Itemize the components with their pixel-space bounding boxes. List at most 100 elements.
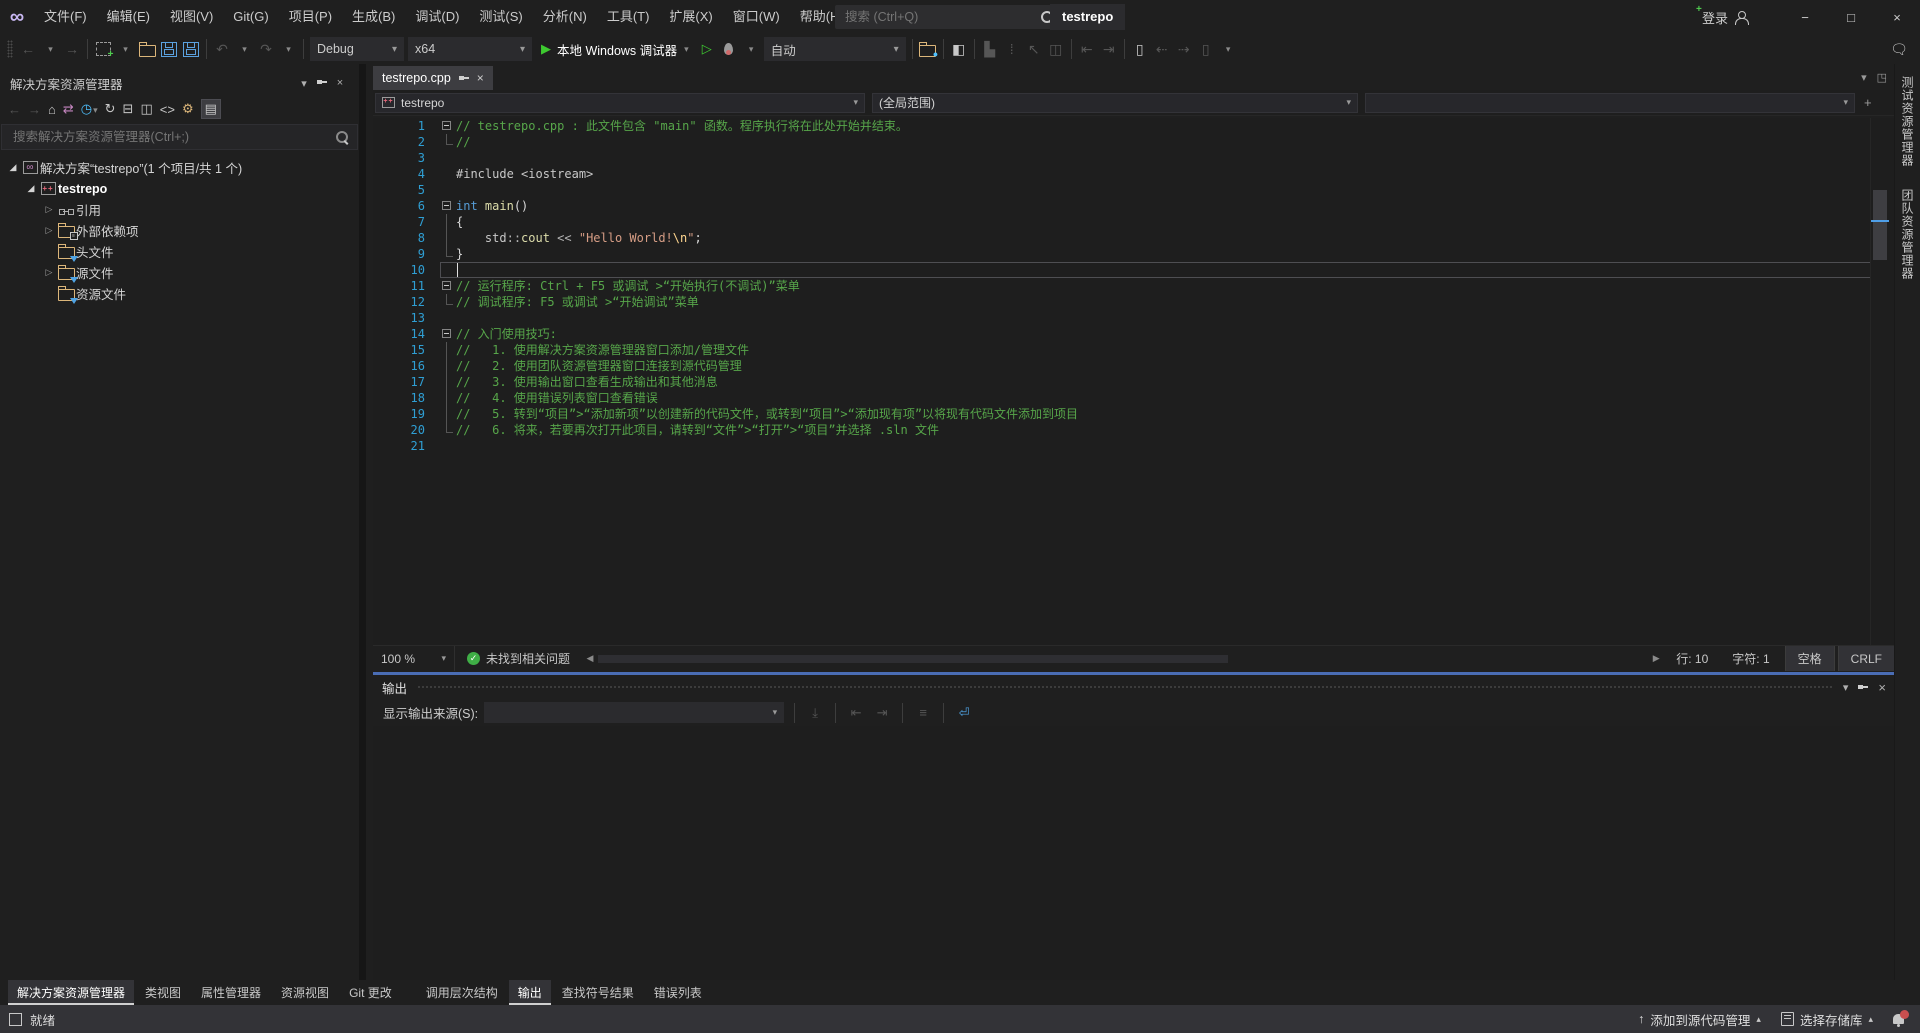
menu-item-6[interactable]: 调试(D) [405,0,469,34]
increase-indent-icon[interactable]: ⇥ [1098,37,1120,61]
solution-search-input[interactable] [11,129,336,145]
menu-item-9[interactable]: 工具(T) [597,0,660,34]
menu-item-3[interactable]: Git(G) [223,0,278,34]
hot-reload-mode-combo[interactable]: 自动▾ [764,37,906,61]
code-line-20[interactable]: 20// 6. 将来，若要再次打开此项目，请转到“文件”>“打开”>“项目”并选… [373,422,1871,438]
line-number[interactable]: 3 [373,150,440,166]
hot-reload-dropdown-icon[interactable]: ▾ [740,37,762,61]
panel-tab-right-0[interactable]: 调用层次结构 [417,980,507,1005]
tree-item-2[interactable]: ▷引用 [0,199,359,220]
start-without-debugging-icon[interactable]: ▷ [696,37,718,61]
pending-changes-filter-icon[interactable]: ◷▾ [81,101,98,117]
line-number[interactable]: 20 [373,422,440,438]
expanded-arrow-icon[interactable]: ◢ [24,183,38,194]
line-number[interactable]: 6 [373,198,440,214]
tab-close-icon[interactable]: × [477,71,484,85]
spaces-indicator[interactable]: 空格 [1785,646,1835,671]
toggle-word-wrap-icon[interactable]: ⏎ [954,705,974,721]
solution-search-box[interactable] [1,124,358,150]
line-number[interactable]: 17 [373,374,440,390]
line-number[interactable]: 2 [373,134,440,150]
line-number[interactable]: 16 [373,358,440,374]
fold-margin[interactable] [440,198,456,214]
alignment-guides-icon[interactable]: ⁞ [1001,37,1023,61]
tab-pin-icon[interactable] [459,73,469,83]
code-line-5[interactable]: 5 [373,182,1871,198]
scroll-left-icon[interactable]: ◀ [582,653,598,664]
previous-message-icon[interactable]: ⇤ [846,705,866,721]
toolbar-grip[interactable] [7,40,13,58]
sign-in-label[interactable]: 登录 [1702,8,1728,27]
undo-dropdown-icon[interactable]: ▾ [233,37,255,61]
toolbar-overflow-icon[interactable]: ▾ [1217,37,1239,61]
menu-item-0[interactable]: 文件(F) [34,0,97,34]
line-number[interactable]: 5 [373,182,440,198]
panel-tab-right-1[interactable]: 输出 [509,980,551,1005]
line-number[interactable]: 21 [373,438,440,454]
explorer-back-icon[interactable]: ← [8,102,21,117]
start-debugging-button[interactable]: ▶ 本地 Windows 调试器 ▾ [534,37,696,61]
properties-window-icon[interactable]: ◧ [948,37,970,61]
toggle-bookmark-icon[interactable]: ▯ [1129,37,1151,61]
solution-configuration-combo[interactable]: Debug▾ [310,37,404,61]
notifications-button[interactable] [1893,1014,1904,1024]
navigate-back-icon[interactable]: ← [17,37,39,61]
find-message-icon[interactable]: ⤓ [805,705,825,721]
code-line-4[interactable]: 4#include <iostream> [373,166,1871,182]
switch-views-icon[interactable]: ⇄ [63,101,74,117]
menu-item-11[interactable]: 窗口(W) [723,0,790,34]
code-line-13[interactable]: 13 [373,310,1871,326]
output-pin-icon[interactable] [1858,682,1868,692]
output-options-chevron-icon[interactable]: ▾ [1843,681,1849,694]
panel-drag-handle[interactable] [417,685,1833,690]
code-line-8[interactable]: 8 std::cout << "Hello World!\n"; [373,230,1871,246]
tree-item-3[interactable]: ▷≡外部依赖项 [0,220,359,241]
minimize-button[interactable]: − [1782,0,1828,34]
line-number[interactable]: 13 [373,310,440,326]
line-number[interactable]: 4 [373,166,440,182]
tree-item-5[interactable]: ▷源文件 [0,262,359,283]
explorer-forward-icon[interactable]: → [28,102,41,117]
tree-item-4[interactable]: 头文件 [0,241,359,262]
sync-with-active-document-icon[interactable]: ● [917,37,939,61]
fold-margin[interactable] [440,326,456,342]
menu-item-4[interactable]: 项目(P) [279,0,342,34]
line-number[interactable]: 14 [373,326,440,342]
line-number[interactable]: 12 [373,294,440,310]
type-scope-combo[interactable]: (全局范围) ▾ [872,93,1358,113]
properties-icon[interactable]: ⚙ [182,101,194,117]
panel-tab-left-4[interactable]: Git 更改 [340,980,401,1005]
restore-panels-icon[interactable] [9,1013,22,1026]
panel-tab-left-2[interactable]: 属性管理器 [192,980,270,1005]
navigate-back-dropdown-icon[interactable]: ▾ [39,37,61,61]
collapsed-arrow-icon[interactable]: ▷ [42,267,56,278]
tree-item-0[interactable]: ◢∞解决方案“testrepo”(1 个项目/共 1 个) [0,157,359,178]
show-all-files-icon[interactable]: ◫ [140,101,152,117]
code-line-16[interactable]: 16// 2. 使用团队资源管理器窗口连接到源代码管理 [373,358,1871,374]
line-number[interactable]: 11 [373,278,440,294]
clear-bookmarks-icon[interactable]: ▯ [1195,37,1217,61]
collapse-all-icon[interactable]: ⊟ [123,101,134,117]
active-files-chevron-icon[interactable]: ▾ [1861,71,1867,84]
code-line-19[interactable]: 19// 5. 转到“项目”>“添加新项”以创建新的代码文件，或转到“项目”>“… [373,406,1871,422]
line-number[interactable]: 7 [373,214,440,230]
menu-item-2[interactable]: 视图(V) [160,0,223,34]
output-close-icon[interactable]: × [1878,680,1886,695]
code-line-1[interactable]: 1// testrepo.cpp : 此文件包含 "main" 函数。程序执行将… [373,118,1871,134]
tree-item-6[interactable]: 资源文件 [0,283,359,304]
panel-tab-right-3[interactable]: 错误列表 [645,980,711,1005]
code-line-14[interactable]: 14// 入门使用技巧: [373,326,1871,342]
search-input[interactable] [843,9,1041,25]
menu-item-1[interactable]: 编辑(E) [97,0,160,34]
output-source-combo[interactable]: ▾ [484,702,784,723]
feedback-icon[interactable]: 🗨 [1888,37,1910,61]
fold-margin[interactable] [440,118,456,134]
code-line-7[interactable]: 7{ [373,214,1871,230]
clear-all-icon[interactable]: ≡ [913,705,933,720]
user-account-icon[interactable] [1735,11,1748,24]
decrease-indent-icon[interactable]: ⇤ [1076,37,1098,61]
panel-close-icon[interactable]: × [331,77,349,89]
insert-reference-icon[interactable]: ◫ [1045,37,1067,61]
redo-icon[interactable]: ↷ [255,37,277,61]
refresh-icon[interactable]: ↻ [105,101,116,117]
